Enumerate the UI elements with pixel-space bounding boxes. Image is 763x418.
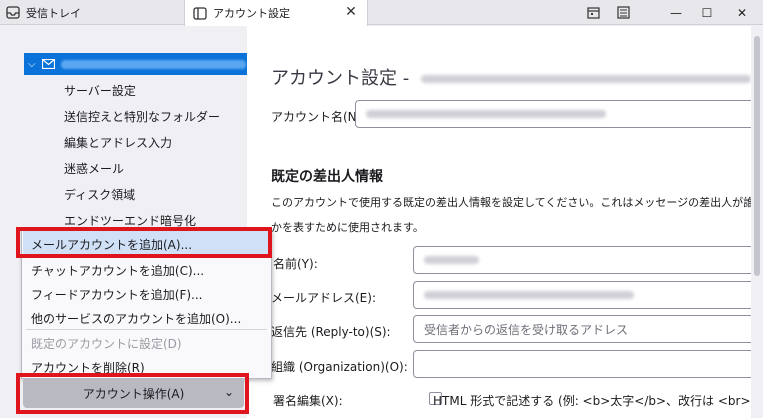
name-redacted <box>424 256 479 264</box>
menu-item-add-chat-account[interactable]: チャットアカウントを追加(C)... <box>31 262 204 279</box>
email-redacted <box>424 291 634 299</box>
account-name-label: アカウント名(N): <box>271 110 366 124</box>
minimize-button[interactable]: — <box>660 0 692 25</box>
highlight-add-mail-account <box>16 227 272 258</box>
calendar-icon[interactable] <box>577 0 609 25</box>
sidebar-item-composition[interactable]: 編集とアドレス入力 <box>64 134 172 151</box>
html-signature-checkbox-label: HTML 形式で記述する (例: <b>太字</b>、改行は <br>)( <box>433 394 751 408</box>
account-name-input[interactable] <box>355 100 755 128</box>
reply-to-label: 返信先 (Reply-to)(S): <box>271 325 391 339</box>
organization-input[interactable] <box>413 350 755 378</box>
tab-inbox-label: 受信トレイ <box>26 6 81 20</box>
name-input[interactable] <box>413 246 755 274</box>
tab-account-settings-label: アカウント設定 <box>213 7 290 20</box>
account-row-selected[interactable]: ⌵ <box>24 53 247 75</box>
close-window-button[interactable]: ✕ <box>726 0 758 25</box>
sidebar-item-server-settings[interactable]: サーバー設定 <box>64 82 136 99</box>
chevron-down-icon[interactable]: ⌵ <box>28 59 36 70</box>
close-icon[interactable]: ✕ <box>343 4 359 20</box>
name-label: 名前(Y): <box>273 257 318 271</box>
reply-to-input[interactable]: 受信者からの返信を受け取るアドレス <box>413 315 755 343</box>
tab-account-settings[interactable]: アカウント設定 ✕ <box>184 0 368 26</box>
scrollbar[interactable] <box>751 26 763 418</box>
menu-item-add-other-account[interactable]: 他のサービスのアカウントを追加(O)... <box>31 310 241 327</box>
account-email-redacted <box>60 59 246 69</box>
sidebar-item-junk[interactable]: 迷惑メール <box>64 160 124 177</box>
reply-to-placeholder: 受信者からの返信を受け取るアドレス <box>424 322 629 337</box>
menu-item-add-feed-account[interactable]: フィードアカウントを追加(F)... <box>31 286 202 303</box>
menu-item-set-default: 既定のアカウントに設定(D) <box>31 337 182 351</box>
page-title: アカウント設定 - <box>271 64 751 90</box>
title-bar: 受信トレイ アカウント設定 ✕ — ☐ ✕ <box>0 0 763 26</box>
settings-tab-icon <box>193 6 207 20</box>
email-label: メールアドレス(E): <box>271 291 376 305</box>
menu-separator <box>26 329 267 330</box>
inbox-icon <box>6 6 20 20</box>
tab-inbox[interactable]: 受信トレイ <box>0 0 180 25</box>
scrollbar-thumb[interactable] <box>754 36 760 276</box>
account-name-redacted <box>366 110 606 118</box>
email-input[interactable] <box>413 281 755 309</box>
section-desc-line2: かを表すために使用されます。 <box>271 221 424 234</box>
highlight-account-actions <box>16 373 249 414</box>
title-account-redacted <box>420 75 751 83</box>
signature-label: 署名編集(X): <box>273 394 343 408</box>
sidebar-item-disk-space[interactable]: ディスク領域 <box>64 186 135 203</box>
section-title: 既定の差出人情報 <box>271 169 383 185</box>
sidebar-item-copies-folders[interactable]: 送信控えと特別なフォルダー <box>64 108 220 125</box>
maximize-button[interactable]: ☐ <box>691 0 723 25</box>
organization-label: 組織 (Organization)(O): <box>271 360 408 374</box>
tasks-icon[interactable] <box>607 0 639 25</box>
mail-icon <box>41 59 55 69</box>
account-settings-main: アカウント設定 - アカウント名(N): 既定の差出人情報 このアカウントで使用… <box>247 26 755 418</box>
page-title-text: アカウント設定 - <box>271 68 410 89</box>
section-desc-line1: このアカウントで使用する既定の差出人情報を設定してください。これはメッセージの差… <box>271 196 755 209</box>
